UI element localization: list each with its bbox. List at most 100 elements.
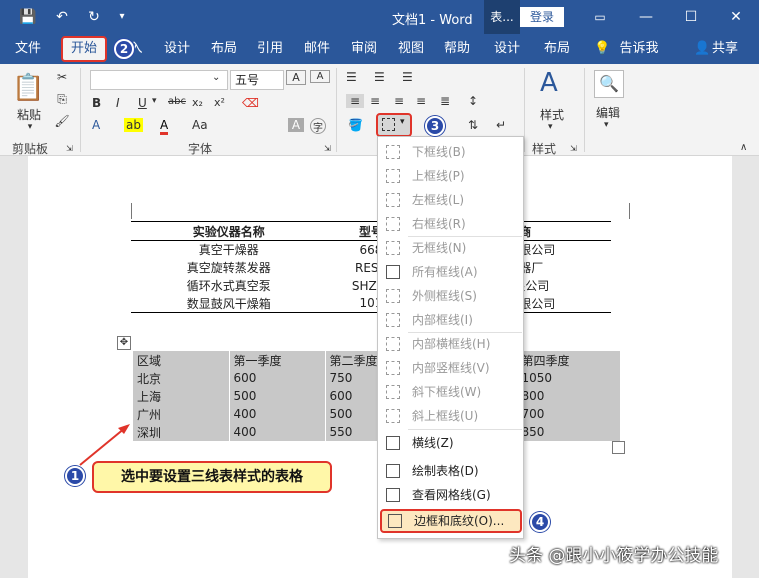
- paste-dropdown-icon[interactable]: ▾: [20, 122, 40, 132]
- menu-item-no-border[interactable]: 无框线(N): [378, 236, 523, 260]
- cell: 850: [517, 423, 621, 441]
- menu-item-horizontal-line[interactable]: 横线(Z): [378, 431, 523, 455]
- table-resize-handle[interactable]: [612, 441, 625, 454]
- italic-icon[interactable]: I: [116, 96, 120, 110]
- shading-icon[interactable]: 🪣: [348, 118, 363, 132]
- menu-item-borders-and-shading[interactable]: 边框和底纹(O)...: [380, 509, 522, 533]
- font-name-combo[interactable]: [90, 70, 228, 90]
- instrument-table[interactable]: 实验仪器名称 型号 产厂商 真空干燥器668器设备有限公司 真空旋转蒸发器RES…: [131, 221, 611, 313]
- view-gridlines-icon: [386, 488, 400, 502]
- table-move-handle-icon[interactable]: ✥: [117, 336, 131, 350]
- format-painter-icon[interactable]: 🖌: [54, 114, 70, 128]
- tab-table-design[interactable]: 设计: [488, 34, 526, 64]
- menu-item-left-border[interactable]: 左框线(L): [378, 188, 523, 212]
- tab-home[interactable]: 开始: [61, 36, 107, 62]
- character-shading-icon[interactable]: A: [288, 118, 304, 132]
- subscript-icon[interactable]: x₂: [192, 96, 203, 109]
- tab-layout[interactable]: 布局: [205, 34, 243, 64]
- underline-icon[interactable]: U: [138, 96, 147, 110]
- strikethrough-icon[interactable]: abc: [168, 96, 186, 107]
- borders-dropdown-icon[interactable]: ▾: [400, 117, 405, 127]
- group-separator: [336, 68, 337, 152]
- editing-dropdown-icon[interactable]: ▾: [604, 120, 609, 130]
- close-icon[interactable]: ✕: [713, 0, 759, 34]
- tab-design[interactable]: 设计: [158, 34, 196, 64]
- paste-icon[interactable]: 📋: [12, 72, 44, 104]
- superscript-icon[interactable]: x²: [214, 96, 225, 109]
- clear-formatting-icon[interactable]: ⌫: [242, 96, 259, 110]
- menu-item-inside-vertical[interactable]: 内部竖框线(V): [378, 356, 523, 380]
- menu-item-right-border[interactable]: 右框线(R): [378, 212, 523, 236]
- tab-table-layout[interactable]: 布局: [538, 34, 576, 64]
- tab-help[interactable]: 帮助: [438, 34, 476, 64]
- line-spacing-icon[interactable]: ↕: [468, 94, 478, 108]
- multilevel-list-icon[interactable]: ☰: [402, 70, 413, 84]
- paste-button[interactable]: 粘贴: [12, 106, 46, 123]
- menu-item-view-gridlines[interactable]: 查看网格线(G): [378, 483, 523, 507]
- bullets-icon[interactable]: ☰: [346, 70, 357, 84]
- table-row: 真空旋转蒸发器RESA生化仪器厂: [131, 259, 611, 277]
- left-border-icon: [386, 193, 400, 207]
- justify-icon[interactable]: ≡: [416, 94, 426, 108]
- tab-view[interactable]: 视图: [392, 34, 430, 64]
- sort-icon[interactable]: ⇅: [468, 118, 478, 132]
- save-icon[interactable]: 💾: [18, 7, 38, 27]
- styles-icon[interactable]: A: [540, 68, 558, 98]
- menu-item-outside-borders[interactable]: 外侧框线(S): [378, 284, 523, 308]
- ribbon-display-options-icon[interactable]: ▭: [577, 0, 623, 34]
- shrink-font-icon[interactable]: A: [310, 70, 330, 83]
- clipboard-launcher-icon[interactable]: ⇲: [66, 144, 73, 153]
- customize-quick-access-icon[interactable]: ▾: [112, 7, 132, 27]
- menu-item-bottom-border[interactable]: 下框线(B): [378, 140, 523, 164]
- text-effects-icon[interactable]: A: [92, 118, 100, 132]
- align-right-icon[interactable]: ≡: [394, 94, 404, 108]
- bold-icon[interactable]: B: [92, 96, 101, 110]
- borders-dropdown-menu: 下框线(B) 上框线(P) 左框线(L) 右框线(R) 无框线(N) 所有框线(…: [377, 136, 524, 539]
- menu-item-top-border[interactable]: 上框线(P): [378, 164, 523, 188]
- share-button[interactable]: 共享: [710, 34, 740, 64]
- menu-item-all-borders[interactable]: 所有框线(A): [378, 260, 523, 284]
- menu-item-inside-borders[interactable]: 内部框线(I): [378, 308, 523, 332]
- menu-item-diagonal-down[interactable]: 斜下框线(W): [378, 380, 523, 404]
- tab-file[interactable]: 文件: [8, 34, 48, 64]
- font-size-combo[interactable]: 五号: [230, 70, 284, 90]
- tab-mailings[interactable]: 邮件: [298, 34, 336, 64]
- editing-button[interactable]: 编辑: [596, 104, 620, 121]
- undo-icon[interactable]: ↶: [52, 7, 72, 27]
- copy-icon[interactable]: ⎘: [54, 92, 70, 107]
- styles-dropdown-icon[interactable]: ▾: [548, 122, 553, 132]
- show-marks-icon[interactable]: ↵: [496, 118, 506, 132]
- font-launcher-icon[interactable]: ⇲: [324, 144, 331, 153]
- menu-item-inside-horizontal[interactable]: 内部横框线(H): [378, 332, 523, 356]
- minimize-icon[interactable]: —: [623, 0, 669, 34]
- tab-references[interactable]: 引用: [251, 34, 289, 64]
- cell: 循环水式真空泵: [186, 279, 271, 293]
- cut-icon[interactable]: ✂: [54, 70, 70, 84]
- center-icon[interactable]: ≡: [370, 94, 380, 108]
- font-name-dropdown-icon[interactable]: ⌄: [212, 72, 220, 83]
- grow-font-icon[interactable]: A: [286, 70, 306, 85]
- styles-button[interactable]: 样式: [540, 106, 564, 123]
- numbering-icon[interactable]: ☰: [374, 70, 385, 84]
- underline-dropdown-icon[interactable]: ▾: [152, 96, 157, 106]
- borders-button[interactable]: ▾: [376, 113, 412, 137]
- highlight-color-icon[interactable]: ab: [124, 118, 143, 132]
- search-icon[interactable]: 🔍: [594, 70, 624, 98]
- align-left-icon[interactable]: ≡: [346, 94, 364, 108]
- group-separator: [524, 68, 525, 152]
- font-color-icon[interactable]: A: [160, 118, 169, 135]
- distributed-icon[interactable]: ≣: [440, 94, 450, 108]
- collapse-ribbon-icon[interactable]: ∧: [740, 142, 747, 153]
- menu-item-draw-table[interactable]: 绘制表格(D): [378, 459, 523, 483]
- diagonal-down-border-icon: [386, 385, 400, 399]
- change-case-icon[interactable]: Aa: [192, 118, 208, 132]
- menu-item-diagonal-up[interactable]: 斜上框线(U): [378, 404, 523, 428]
- maximize-icon[interactable]: ☐: [668, 0, 714, 34]
- tab-review[interactable]: 审阅: [345, 34, 383, 64]
- login-button[interactable]: 登录: [520, 7, 564, 27]
- redo-icon[interactable]: ↻: [84, 7, 104, 27]
- enclose-characters-icon[interactable]: 字: [310, 118, 326, 134]
- styles-launcher-icon[interactable]: ⇲: [570, 144, 577, 153]
- tell-me-search[interactable]: 告诉我: [614, 34, 664, 64]
- cell: 北京: [133, 369, 230, 387]
